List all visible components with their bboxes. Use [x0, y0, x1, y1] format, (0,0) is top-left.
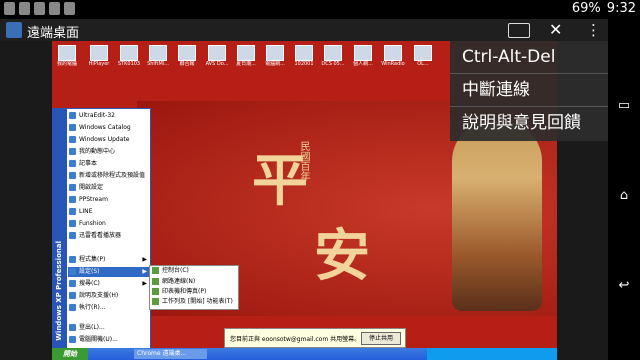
keyboard-icon[interactable]	[508, 23, 530, 38]
start-menu-item[interactable]: 開啟設定	[68, 183, 150, 193]
desktop-icon[interactable]: 電腦網...	[262, 45, 288, 67]
desktop-icon[interactable]: ShiftMi...	[145, 45, 171, 67]
close-icon[interactable]: ✕	[549, 20, 562, 39]
stop-sharing-button[interactable]: 停止共用	[361, 332, 401, 345]
start-menu-item-run[interactable]: 執行(R)...	[68, 303, 150, 313]
start-menu-item-settings[interactable]: 設定(S) ▶	[68, 267, 150, 277]
start-menu-item[interactable]: 記事本	[68, 159, 150, 169]
start-menu: Windows XP Professional UltraEdit-32 Win…	[52, 108, 151, 350]
recent-apps-icon[interactable]: ▭	[617, 99, 631, 113]
menu-item-disconnect[interactable]: 中斷連線	[450, 74, 608, 107]
notification-icon	[64, 2, 75, 15]
start-menu-item[interactable]: 迅雷看看播放器	[68, 231, 150, 241]
system-tray	[427, 348, 557, 360]
app-title: 遠端桌面	[27, 26, 80, 41]
desktop-icon[interactable]: HiPlayer	[86, 45, 112, 67]
submenu-item-printers[interactable]: 印表機和傳真(P)	[150, 287, 238, 297]
desktop-icon[interactable]: AVS Do...	[204, 45, 230, 67]
desktop-icon[interactable]: 夏日潮...	[233, 45, 259, 67]
home-icon[interactable]: ⌂	[617, 189, 631, 203]
start-menu-item-help[interactable]: 說明及支援(H)	[68, 291, 150, 301]
sharing-message: 您目前正與 eoonsotw@gmail.com 共用螢幕。	[230, 336, 361, 343]
desktop-icon[interactable]: DCS 05...	[320, 45, 346, 67]
remote-desktop-icon	[6, 22, 22, 38]
wallpaper-subtitle: 民國百年	[298, 141, 309, 181]
wallpaper-figure	[452, 121, 542, 311]
start-menu-item-search[interactable]: 搜尋(C) ▶	[68, 279, 150, 289]
windows-taskbar: 開始 Chrome 遠端桌...	[52, 348, 557, 360]
start-menu-item[interactable]: LINE	[68, 207, 150, 217]
taskbar-item[interactable]: Chrome 遠端桌...	[134, 349, 207, 359]
start-menu-item-shutdown[interactable]: 電腦關機(U)...	[68, 335, 150, 345]
battery-text: 69%	[571, 1, 601, 16]
desktop-icon[interactable]: WinRadio	[380, 45, 406, 67]
wallpaper-char: 安	[314, 223, 370, 289]
overflow-menu-icon[interactable]: ⋮	[586, 21, 601, 39]
start-menu-item[interactable]: UltraEdit-32	[68, 111, 150, 121]
menu-item-help-feedback[interactable]: 說明與意見回饋	[450, 107, 608, 140]
start-menu-item[interactable]: 新增或移除程式及預設值	[68, 171, 150, 181]
app-bar: 遠端桌面 ✕ ⋮	[0, 19, 608, 41]
desktop-icon[interactable]: 個人網...	[350, 45, 376, 67]
start-menu-item[interactable]: Funshion	[68, 219, 150, 229]
start-menu-item-logoff[interactable]: 登出(L)...	[68, 323, 150, 333]
desktop-icon[interactable]: STK0103	[116, 45, 142, 67]
notification-icon	[19, 2, 30, 15]
desktop-icon[interactable]: OL...	[410, 45, 436, 67]
settings-submenu: 控制台(C) 網路連線(N) 印表機和傳真(P) 工作列及 [開始] 功能表(T…	[149, 265, 239, 310]
notification-icons	[4, 2, 75, 15]
start-menu-item[interactable]: Windows Catalog	[68, 123, 150, 133]
clock-text: 9:32	[606, 1, 636, 16]
submenu-item-control-panel[interactable]: 控制台(C)	[150, 266, 238, 276]
start-menu-side-strip: Windows XP Professional	[53, 109, 67, 349]
submenu-item-network[interactable]: 網路連線(N)	[150, 277, 238, 287]
start-menu-item[interactable]: Windows Update	[68, 135, 150, 145]
desktop-icon[interactable]: 102001	[291, 45, 317, 67]
notification-icon	[49, 2, 60, 15]
start-button[interactable]: 開始	[52, 348, 88, 360]
start-menu-item-programs[interactable]: 程式集(P) ▶	[68, 255, 150, 265]
submenu-item-taskbar[interactable]: 工作列及 [開始] 功能表(T)	[150, 297, 238, 307]
desktop-icon[interactable]: 聯合報	[174, 45, 200, 67]
android-nav-bar: ▭ ⌂ ↩	[608, 19, 640, 360]
menu-item-ctrl-alt-del[interactable]: Ctrl-Alt-Del	[450, 41, 608, 74]
overflow-menu: Ctrl-Alt-Del 中斷連線 說明與意見回饋	[450, 41, 608, 141]
status-bar: 69% 9:32	[0, 0, 640, 19]
start-menu-item[interactable]: PPStream	[68, 195, 150, 205]
notification-icon	[34, 2, 45, 15]
sharing-notification: 您目前正與 eoonsotw@gmail.com 共用螢幕。 停止共用	[224, 328, 406, 348]
notification-icon	[4, 2, 15, 15]
back-icon[interactable]: ↩	[617, 279, 631, 293]
start-menu-item[interactable]: 我的動態中心	[68, 147, 150, 157]
desktop-icon[interactable]: 我的電腦	[54, 45, 80, 67]
